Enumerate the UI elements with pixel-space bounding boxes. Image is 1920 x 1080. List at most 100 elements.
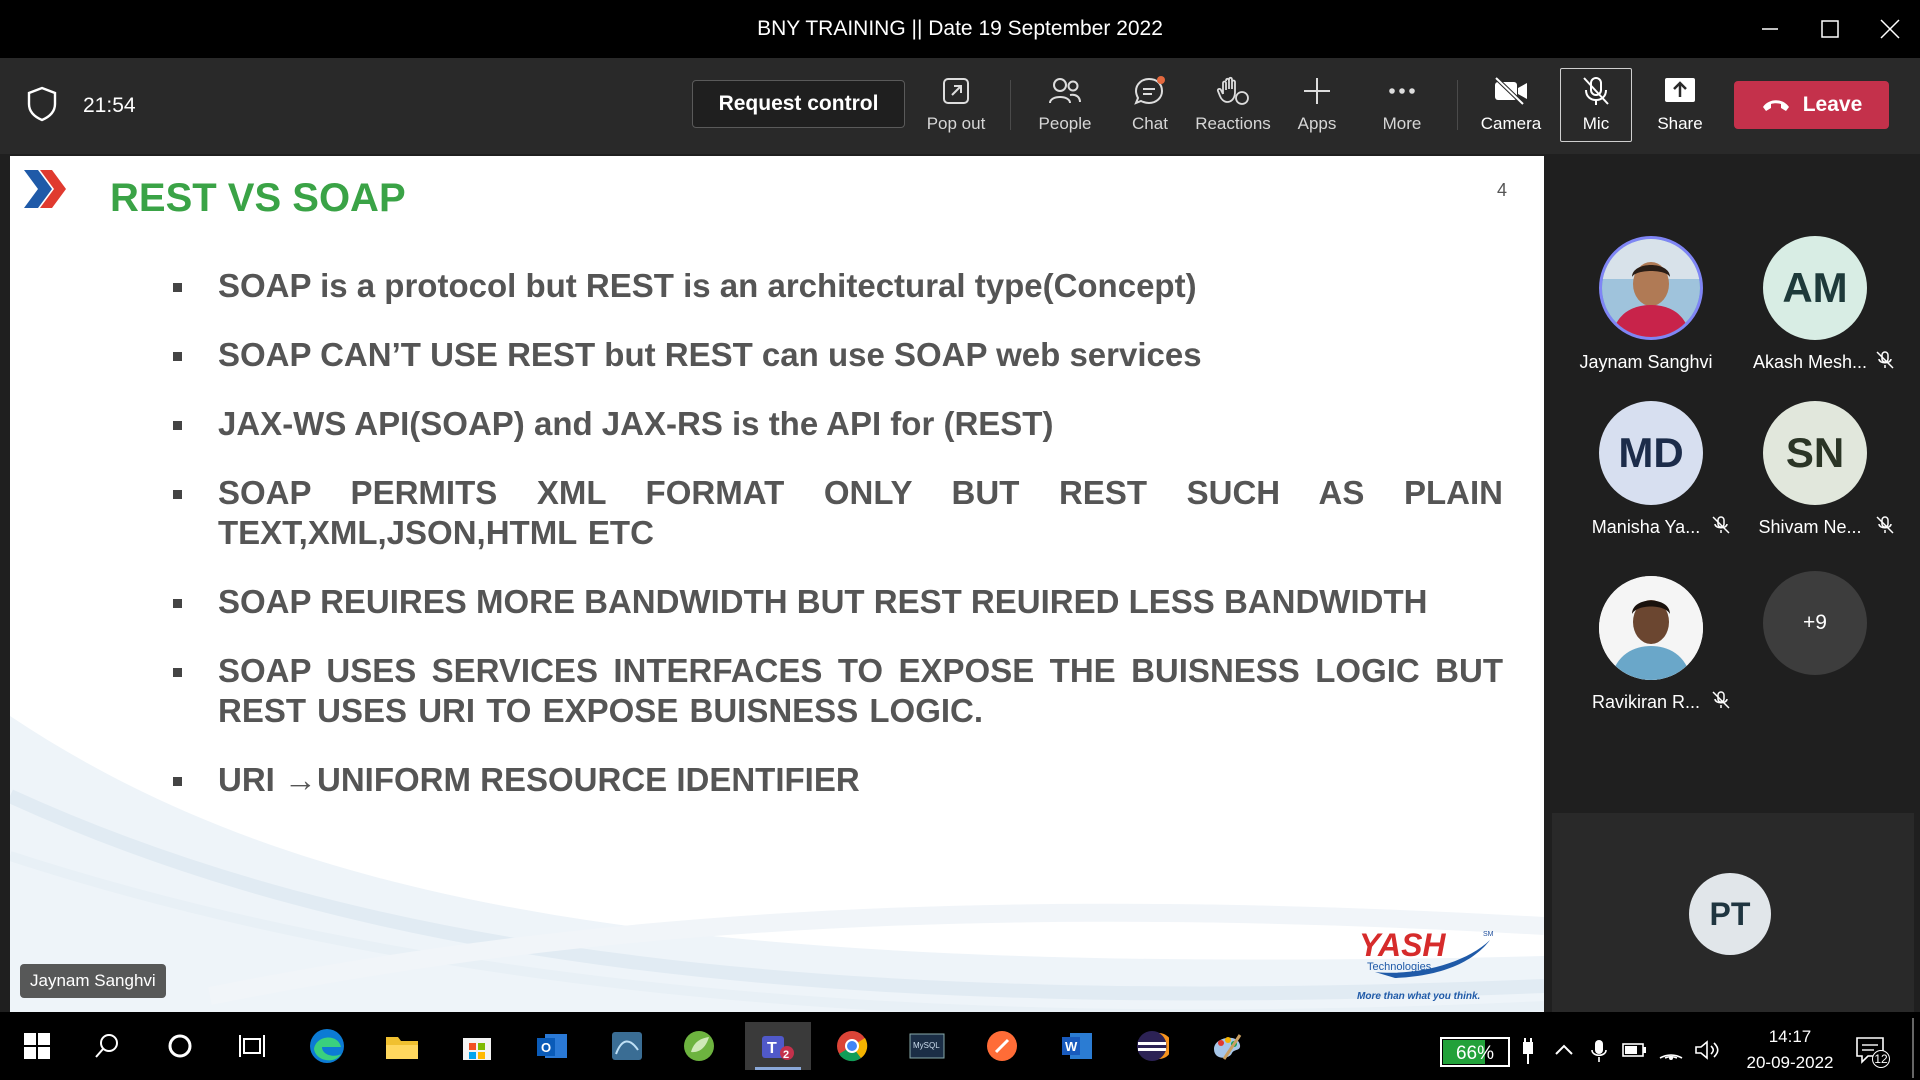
window-title: BNY TRAINING || Date 19 September 2022 xyxy=(757,17,1163,40)
taskbar-outlook[interactable]: O xyxy=(525,1022,579,1070)
avatar xyxy=(1599,236,1703,340)
participant-name: Ravikiran R... xyxy=(1591,692,1701,712)
participant-tile-pt[interactable]: PT xyxy=(1552,813,1914,1013)
reactions-label: Reactions xyxy=(1195,114,1271,133)
battery-charging-icon[interactable] xyxy=(1621,1038,1647,1062)
share-button[interactable]: Share xyxy=(1640,70,1720,142)
notification-count: 12 xyxy=(1872,1050,1890,1068)
postman-icon xyxy=(987,1031,1017,1061)
file-explorer-icon xyxy=(386,1037,418,1059)
task-view-icon xyxy=(239,1035,265,1057)
profile-photo-icon xyxy=(1599,576,1703,680)
minimize-icon xyxy=(1762,28,1778,30)
eclipse-icon xyxy=(1137,1031,1169,1061)
list-item: SOAP is a protocol but REST is an archit… xyxy=(160,266,1503,306)
logo-tm: SM xyxy=(1483,931,1494,938)
power-plug-icon[interactable] xyxy=(1518,1038,1538,1066)
toolbar-divider xyxy=(1010,80,1011,130)
mic-muted-icon xyxy=(1876,516,1894,534)
taskbar-chrome[interactable] xyxy=(825,1022,879,1070)
camera-label: Camera xyxy=(1480,114,1542,133)
camera-button[interactable]: Camera xyxy=(1471,70,1551,142)
chevron-up-icon[interactable] xyxy=(1553,1038,1575,1062)
outlook-icon: O xyxy=(537,1034,567,1058)
people-button[interactable]: People xyxy=(1025,70,1105,142)
clock-time: 14:17 xyxy=(1768,1027,1812,1046)
chat-button[interactable]: Chat xyxy=(1110,70,1190,142)
avatar xyxy=(1599,576,1703,680)
taskbar-mysql-workbench[interactable] xyxy=(600,1022,654,1070)
mysql-icon: MySQL xyxy=(909,1033,945,1059)
taskbar-eclipse[interactable] xyxy=(1125,1022,1179,1070)
microphone-icon[interactable] xyxy=(1588,1038,1610,1064)
mic-muted-icon xyxy=(1876,351,1894,369)
svg-text:T: T xyxy=(767,1040,777,1057)
more-button[interactable]: More xyxy=(1362,70,1442,142)
request-control-button[interactable]: Request control xyxy=(692,80,905,128)
start-button[interactable] xyxy=(10,1022,64,1070)
search-button[interactable] xyxy=(80,1022,134,1070)
people-icon xyxy=(1048,70,1082,112)
pop-out-button[interactable]: Pop out xyxy=(916,70,996,142)
logo-tagline: More than what you think. xyxy=(1357,991,1480,1002)
overflow-count: +9 xyxy=(1763,571,1867,675)
logo-sub: Technologies xyxy=(1367,961,1432,973)
mic-button[interactable]: Mic xyxy=(1556,70,1636,142)
list-item: SOAP USES SERVICES INTERFACES TO EXPOSE … xyxy=(160,651,1503,731)
cortana-button[interactable] xyxy=(153,1022,207,1070)
edge-icon xyxy=(310,1029,344,1063)
close-icon xyxy=(1880,19,1900,39)
store-icon xyxy=(463,1038,491,1060)
toolbar-divider xyxy=(1457,80,1458,130)
taskbar-paint[interactable] xyxy=(1200,1022,1254,1070)
system-clock[interactable]: 14:17 20-09-2022 xyxy=(1740,1024,1840,1076)
meeting-toolbar: 21:54 Request control Pop out People Cha… xyxy=(0,58,1920,154)
teams-icon: T2 xyxy=(762,1036,794,1061)
taskbar-word[interactable]: W xyxy=(1050,1022,1104,1070)
participant-tile[interactable]: Ravikiran R... xyxy=(1561,576,1731,736)
more-icon xyxy=(1387,70,1417,112)
maximize-button[interactable] xyxy=(1812,14,1848,44)
taskbar-postman[interactable] xyxy=(975,1022,1029,1070)
minimize-button[interactable] xyxy=(1752,14,1788,44)
taskbar-mysql[interactable]: MySQL xyxy=(900,1022,954,1070)
apps-label: Apps xyxy=(1297,114,1337,133)
reactions-icon xyxy=(1216,70,1250,112)
shield-icon xyxy=(26,86,58,127)
notifications-button[interactable]: 12 xyxy=(1854,1034,1890,1068)
cortana-icon xyxy=(168,1034,192,1058)
svg-text:W: W xyxy=(1065,1039,1078,1054)
add-icon xyxy=(1302,70,1332,112)
participant-tile[interactable]: SN Shivam Ne... xyxy=(1725,401,1895,561)
list-item: SOAP CAN’T USE REST but REST can use SOA… xyxy=(160,335,1503,375)
participant-name: Jaynam Sanghvi xyxy=(1579,352,1713,372)
chrome-icon xyxy=(837,1031,868,1062)
pop-out-icon xyxy=(941,70,971,112)
participant-tile[interactable]: AM Akash Mesh... xyxy=(1725,236,1895,396)
reactions-button[interactable]: Reactions xyxy=(1193,70,1273,142)
search-icon xyxy=(95,1034,118,1058)
participant-tile[interactable]: Jaynam Sanghvi xyxy=(1561,236,1731,396)
show-desktop-button[interactable] xyxy=(1912,1018,1914,1078)
wifi-icon[interactable] xyxy=(1658,1038,1684,1062)
svg-text:O: O xyxy=(541,1040,551,1055)
participant-name: Akash Mesh... xyxy=(1752,352,1868,372)
taskbar-teams[interactable]: T2 xyxy=(745,1022,811,1070)
more-participants-button[interactable]: +9 xyxy=(1725,571,1895,731)
taskbar-store[interactable] xyxy=(450,1022,504,1070)
list-item: URI →UNIFORM RESOURCE IDENTIFIER xyxy=(160,760,1503,800)
volume-icon[interactable] xyxy=(1693,1038,1721,1062)
taskbar-spring[interactable] xyxy=(672,1022,726,1070)
svg-text:2: 2 xyxy=(783,1049,789,1061)
taskbar-file-explorer[interactable] xyxy=(375,1022,429,1070)
apps-button[interactable]: Apps xyxy=(1277,70,1357,142)
profile-photo-icon xyxy=(1602,239,1700,337)
leave-button[interactable]: Leave xyxy=(1734,81,1889,129)
taskbar-edge[interactable] xyxy=(300,1022,354,1070)
participant-tile[interactable]: MD Manisha Ya... xyxy=(1561,401,1731,561)
battery-indicator[interactable]: 66% xyxy=(1440,1037,1510,1067)
clock-date: 20-09-2022 xyxy=(1746,1053,1834,1072)
close-window-button[interactable] xyxy=(1872,14,1908,44)
task-view-button[interactable] xyxy=(225,1022,279,1070)
logo-name: YASH xyxy=(1359,927,1446,963)
